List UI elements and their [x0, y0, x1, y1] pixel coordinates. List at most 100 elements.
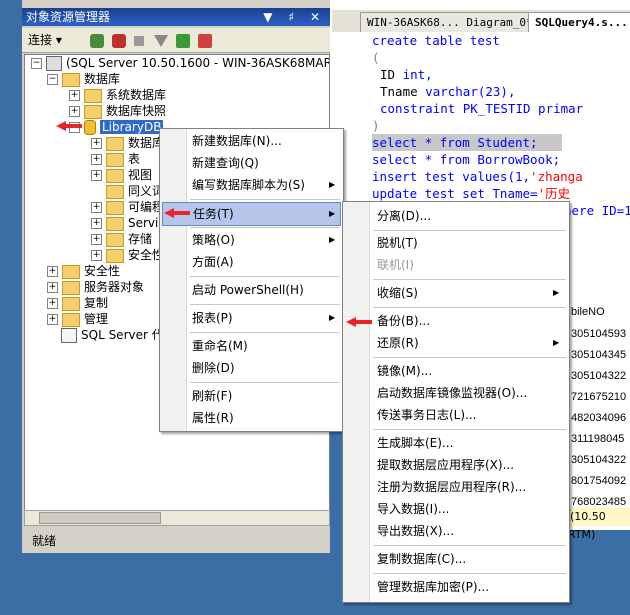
editor-tab-strip: WIN-36ASK68... Diagram_0* SQLQuery4.s...	[332, 10, 630, 33]
results-cell[interactable]: 311198045	[571, 429, 624, 450]
disconnect-icon[interactable]	[112, 31, 126, 49]
expand-icon[interactable]: +	[47, 298, 58, 309]
connect-db-engine-icon[interactable]	[90, 31, 104, 49]
connect-button[interactable]: 连接 ▾	[28, 31, 62, 49]
collapse-icon[interactable]: −	[31, 58, 42, 69]
results-cell[interactable]: 305104322	[571, 366, 626, 387]
menu-item-ship-transaction-logs[interactable]: 传送事务日志(L)...	[377, 404, 477, 426]
menu-item-refresh[interactable]: 刷新(F)	[192, 385, 232, 407]
management-label: 管理	[84, 312, 109, 326]
expand-icon[interactable]: +	[91, 154, 102, 165]
views-label: 视图	[128, 168, 153, 182]
menu-separator	[190, 304, 340, 305]
menu-item-delete[interactable]: 删除(D)	[192, 357, 235, 379]
tree-node-databases[interactable]: − 数据库	[47, 71, 120, 87]
menu-item-extract-dac[interactable]: 提取数据层应用程序(X)...	[377, 454, 514, 476]
tree-node-replication[interactable]: + 复制	[47, 295, 108, 311]
submenu-arrow-icon: ▶	[329, 180, 336, 189]
menu-separator	[373, 429, 566, 430]
tree-node-programmability[interactable]: + 可编程	[91, 199, 164, 215]
expand-icon[interactable]: +	[91, 202, 102, 213]
collapse-icon[interactable]: −	[47, 74, 58, 85]
server-label: (SQL Server 10.50.1600 - WIN-36ASK68MAR3…	[66, 56, 330, 70]
menu-separator	[373, 279, 566, 280]
menu-item-generate-scripts[interactable]: 生成脚本(E)...	[377, 432, 453, 454]
tree-node-management[interactable]: + 管理	[47, 311, 108, 327]
tab-sqlquery4[interactable]: SQLQuery4.s...	[528, 12, 630, 33]
tree-node-server-objects[interactable]: + 服务器对象	[47, 279, 144, 295]
expand-icon[interactable]: +	[69, 90, 80, 101]
tree-node-server[interactable]: − (SQL Server 10.50.1600 - WIN-36ASK68MAR…	[31, 55, 330, 71]
tree-node-db-security[interactable]: + 安全性	[91, 247, 164, 263]
expand-icon[interactable]: +	[47, 266, 58, 277]
tree-node-storage[interactable]: + 存储	[91, 231, 152, 247]
refresh-icon[interactable]	[176, 31, 190, 49]
menu-item-mirror[interactable]: 镜像(M)...	[377, 360, 432, 382]
menu-item-register-dac[interactable]: 注册为数据层应用程序(R)...	[377, 476, 526, 498]
menu-item-export-data[interactable]: 导出数据(X)...	[377, 520, 454, 542]
tree-node-views[interactable]: + 视图	[91, 167, 152, 183]
menu-item-start-powershell[interactable]: 启动 PowerShell(H)	[192, 279, 304, 301]
expand-icon[interactable]: +	[91, 170, 102, 181]
tree-node-librarydb[interactable]: −LibraryDB	[69, 119, 164, 135]
scrollbar-thumb[interactable]	[39, 512, 161, 524]
code-line-10: update test set Tname='历史	[372, 185, 570, 202]
folder-icon	[106, 248, 124, 263]
results-cell[interactable]: 305104345	[571, 345, 626, 366]
expand-icon[interactable]: +	[91, 138, 102, 149]
expand-icon[interactable]: +	[47, 314, 58, 325]
tree-node-synonyms[interactable]: +同义词	[91, 183, 164, 199]
menu-separator	[190, 276, 340, 277]
expand-icon[interactable]: +	[91, 250, 102, 261]
menu-item-new-query[interactable]: 新建查询(Q)	[192, 152, 259, 174]
context-menu: 新建数据库(N)... 新建查询(Q) 编写数据库脚本为(S) ▶ 任务(T) ▶ …	[159, 128, 344, 432]
expand-icon[interactable]: +	[47, 282, 58, 293]
menu-item-launch-mirror-monitor[interactable]: 启动数据库镜像监视器(O)...	[377, 382, 527, 404]
tree-node-db-snapshots[interactable]: + 数据库快照	[69, 103, 166, 119]
menu-item-restore[interactable]: 还原(R) ▶	[377, 332, 563, 354]
expand-icon[interactable]: +	[91, 234, 102, 245]
menu-item-copy-database[interactable]: 复制数据库(C)...	[377, 548, 466, 570]
code-line-1: create table test	[372, 32, 500, 49]
menu-item-new-database[interactable]: 新建数据库(N)...	[192, 130, 282, 152]
code-text: here ID=1	[564, 203, 630, 218]
menu-item-manage-encryption[interactable]: 管理数据库加密(P)...	[377, 576, 489, 598]
menu-item-script-db-as[interactable]: 编写数据库脚本为(S) ▶	[192, 174, 337, 196]
tree-node-sql-agent[interactable]: SQL Server 代	[61, 327, 164, 343]
menu-item-reports[interactable]: 报表(P) ▶	[192, 307, 337, 329]
menu-item-detach[interactable]: 分离(D)...	[377, 205, 431, 227]
horizontal-scrollbar[interactable]	[24, 510, 330, 526]
results-cell[interactable]: 482034096	[571, 408, 626, 429]
menu-item-backup[interactable]: 备份(B)...	[377, 310, 430, 332]
tree-node-security[interactable]: + 安全性	[47, 263, 120, 279]
menu-item-take-offline[interactable]: 脱机(T)	[377, 232, 418, 254]
tree-node-system-databases[interactable]: + 系统数据库	[69, 87, 166, 103]
menu-item-bring-online: 联机(I)	[377, 258, 414, 272]
results-cell[interactable]: 305104593	[571, 324, 626, 345]
menu-item-facets[interactable]: 方面(A)	[192, 251, 234, 273]
status-text: 就绪	[32, 534, 57, 548]
red-arrow-icon	[164, 208, 190, 218]
tree-node-tables[interactable]: + 表	[91, 151, 140, 167]
results-cell[interactable]: 305104322	[571, 450, 626, 471]
folder-icon	[106, 152, 124, 167]
stop-query-icon[interactable]	[198, 31, 212, 49]
tab-diagram[interactable]: WIN-36ASK68... Diagram_0*	[360, 12, 540, 33]
menu-item-shrink[interactable]: 收缩(S) ▶	[377, 282, 563, 304]
menu-item-policies[interactable]: 策略(O) ▶	[192, 229, 337, 251]
tree-node-service-broker[interactable]: + Servi	[91, 215, 158, 231]
folder-icon	[62, 312, 80, 327]
menu-item-import-data[interactable]: 导入数据(I)...	[377, 498, 449, 520]
stop-icon[interactable]	[134, 31, 144, 49]
menu-item-label: 收缩(S)	[377, 286, 418, 300]
results-cell[interactable]: 721675210	[571, 387, 626, 408]
menu-item-properties[interactable]: 属性(R)	[192, 407, 234, 429]
title-bar-buttons[interactable]: ▼ ♯ ✕	[263, 8, 326, 26]
results-column-header[interactable]: bileNO	[571, 302, 605, 323]
results-cell[interactable]: 801754092	[571, 471, 626, 492]
tree-node-db-diagrams[interactable]: + 数据库	[91, 135, 164, 151]
expand-icon[interactable]: +	[91, 218, 102, 229]
expand-icon[interactable]: +	[69, 106, 80, 117]
filter-icon[interactable]	[154, 31, 168, 49]
menu-item-rename[interactable]: 重命名(M)	[192, 335, 248, 357]
